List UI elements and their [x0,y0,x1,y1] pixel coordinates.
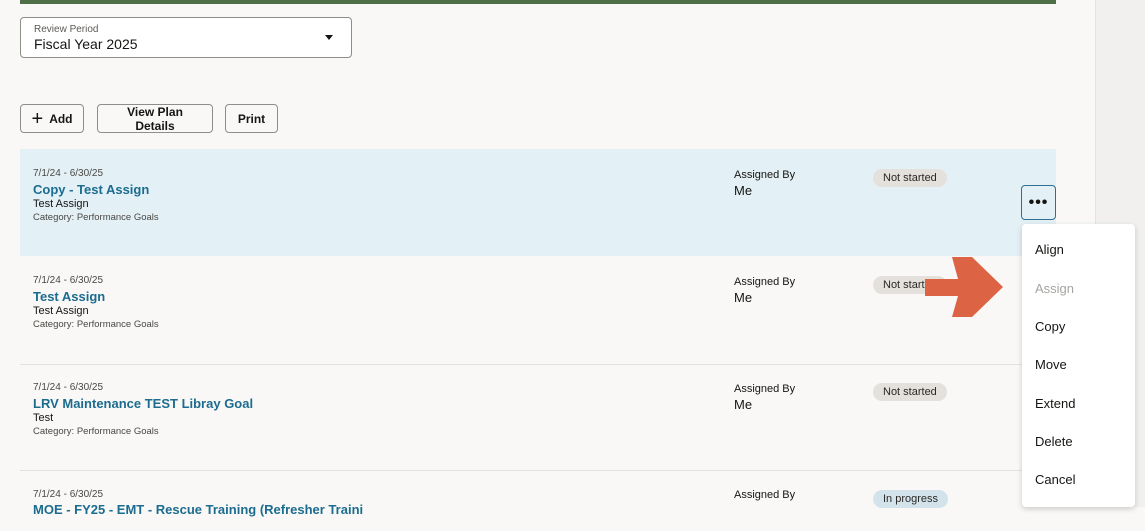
goal-title-link[interactable]: Test Assign [33,289,105,304]
goal-row[interactable]: 7/1/24 - 6/30/25 LRV Maintenance TEST Li… [20,365,1056,471]
goal-category: Category: Performance Goals [33,212,159,223]
assigned-by-value: Me [734,397,753,412]
plus-icon: + [31,107,44,130]
menu-item-align[interactable]: Align [1035,242,1064,257]
status-badge: In progress [873,490,949,508]
add-label: Add [49,111,73,126]
status-badge: Not started [873,383,947,401]
goal-category: Category: Performance Goals [33,426,159,437]
menu-item-copy[interactable]: Copy [1035,319,1065,334]
goal-date: 7/1/24 - 6/30/25 [33,275,104,286]
review-period-select[interactable]: Review Period Fiscal Year 2025 [20,17,352,58]
goal-subtitle: Test Assign [33,198,89,210]
goal-row[interactable]: 7/1/24 - 6/30/25 Test Assign Test Assign… [20,256,1056,365]
review-period-label: Review Period [34,24,99,35]
goal-title-link[interactable]: Copy - Test Assign [33,182,149,197]
assigned-by-value: Me [734,183,753,198]
goal-subtitle: Test [33,412,54,424]
assigned-by-label: Assigned By [734,489,796,501]
print-button[interactable]: Print [225,104,278,133]
view-plan-details-button[interactable]: View Plan Details [97,104,213,133]
status-badge: Not started [873,169,947,187]
menu-item-move[interactable]: Move [1035,357,1067,372]
assigned-by-label: Assigned By [734,383,796,395]
add-button[interactable]: + Add [20,104,84,133]
chevron-down-icon [325,35,333,40]
menu-item-delete[interactable]: Delete [1035,434,1073,449]
goal-subtitle: Test Assign [33,305,89,317]
assigned-by-label: Assigned By [734,276,796,288]
goal-title-link[interactable]: MOE - FY25 - EMT - Rescue Training (Refr… [33,502,363,517]
annotation-arrow-icon [925,257,1003,317]
assigned-by-value: Me [734,290,753,305]
review-period-value: Fiscal Year 2025 [34,36,138,52]
goal-row[interactable]: 7/1/24 - 6/30/25 Copy - Test Assign Test… [20,149,1056,256]
header-banner [20,0,1056,4]
goal-title-link[interactable]: LRV Maintenance TEST Libray Goal [33,396,253,411]
goal-date: 7/1/24 - 6/30/25 [33,168,104,179]
more-actions-button[interactable]: ••• [1021,185,1056,220]
assigned-by-label: Assigned By [734,169,796,181]
goal-row[interactable]: 7/1/24 - 6/30/25 MOE - FY25 - EMT - Resc… [20,471,1056,531]
goal-date: 7/1/24 - 6/30/25 [33,382,104,393]
goal-category: Category: Performance Goals [33,319,159,330]
goal-date: 7/1/24 - 6/30/25 [33,489,104,500]
menu-item-extend[interactable]: Extend [1035,396,1075,411]
menu-item-cancel[interactable]: Cancel [1035,472,1075,487]
actions-menu: Align Assign Copy Move Extend Delete Can… [1022,224,1135,507]
menu-item-assign: Assign [1035,281,1075,296]
